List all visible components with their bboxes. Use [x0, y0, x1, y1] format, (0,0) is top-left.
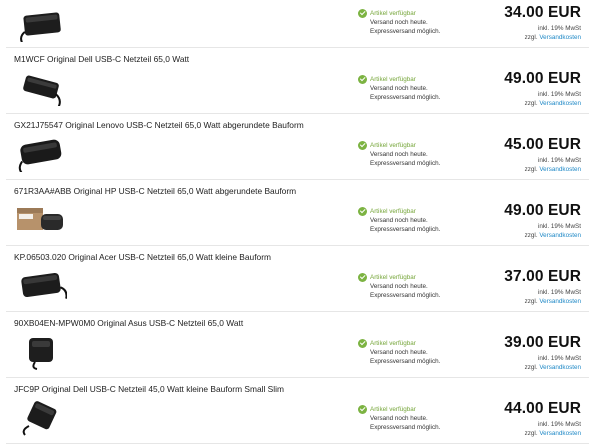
express-shipping-text: Expressversand möglich.: [370, 292, 441, 299]
shipping-costs-link[interactable]: Versandkosten: [539, 430, 581, 437]
product-price: 44.00 EUR: [504, 400, 581, 417]
shipping-today-text: Versand noch heute.: [370, 283, 428, 290]
shipping-costs-link[interactable]: Versandkosten: [539, 166, 581, 173]
shipping-costs-link[interactable]: Versandkosten: [539, 298, 581, 305]
checkmark-icon: [358, 75, 367, 84]
express-shipping-text: Expressversand möglich.: [370, 424, 441, 431]
shipping-today-text: Versand noch heute.: [370, 85, 428, 92]
availability-status: Artikel verfügbar: [370, 208, 416, 215]
product-price: 34.00 EUR: [504, 4, 581, 21]
shipping-note: zzgl. Versandkosten: [504, 100, 581, 107]
product-row-6[interactable]: 90XB04EN-MPW0M0 Original Asus USB-C Netz…: [0, 312, 605, 378]
availability-status: Artikel verfügbar: [370, 406, 416, 413]
shipping-prefix: zzgl.: [524, 364, 538, 371]
express-shipping-text: Expressversand möglich.: [370, 94, 441, 101]
checkmark-icon: [358, 9, 367, 18]
tax-note: inkl. 19% MwSt: [537, 355, 581, 362]
tax-note: inkl. 19% MwSt: [537, 157, 581, 164]
price-box: 37.00 EUR inkl. 19% MwSt zzgl. Versandko…: [504, 268, 581, 305]
checkmark-icon: [358, 273, 367, 282]
shipping-prefix: zzgl.: [524, 100, 538, 107]
express-shipping-text: Expressversand möglich.: [370, 28, 441, 35]
shipping-note: zzgl. Versandkosten: [504, 430, 581, 437]
shipping-today-text: Versand noch heute.: [370, 217, 428, 224]
price-box: 45.00 EUR inkl. 19% MwSt zzgl. Versandko…: [504, 136, 581, 173]
product-row-4[interactable]: 671R3AA#ABB Original HP USB-C Netzteil 6…: [0, 180, 605, 246]
product-price: 39.00 EUR: [504, 334, 581, 351]
checkmark-icon: [358, 339, 367, 348]
shipping-costs-link[interactable]: Versandkosten: [539, 34, 581, 41]
product-row-7[interactable]: JFC9P Original Dell USB-C Netzteil 45,0 …: [0, 378, 605, 444]
product-row-1[interactable]: Artikel verfügbar Versand noch heute. Ex…: [0, 0, 605, 48]
shipping-today-text: Versand noch heute.: [370, 349, 428, 356]
power-adapter-image[interactable]: [15, 68, 67, 106]
tax-note: inkl. 19% MwSt: [537, 25, 581, 32]
price-box: 39.00 EUR inkl. 19% MwSt zzgl. Versandko…: [504, 334, 581, 371]
shipping-today-text: Versand noch heute.: [370, 19, 428, 26]
product-row-2[interactable]: M1WCF Original Dell USB-C Netzteil 65,0 …: [0, 48, 605, 114]
product-title[interactable]: JFC9P Original Dell USB-C Netzteil 45,0 …: [14, 384, 284, 394]
shipping-prefix: zzgl.: [524, 166, 538, 173]
product-list: Artikel verfügbar Versand noch heute. Ex…: [0, 0, 605, 444]
shipping-prefix: zzgl.: [524, 34, 538, 41]
price-box: 49.00 EUR inkl. 19% MwSt zzgl. Versandko…: [504, 70, 581, 107]
power-adapter-box-image[interactable]: [15, 200, 67, 238]
availability-status: Artikel verfügbar: [370, 340, 416, 347]
shipping-note: zzgl. Versandkosten: [504, 298, 581, 305]
shipping-costs-link[interactable]: Versandkosten: [539, 232, 581, 239]
shipping-prefix: zzgl.: [524, 430, 538, 437]
express-shipping-text: Expressversand möglich.: [370, 358, 441, 365]
power-adapter-image[interactable]: [15, 398, 67, 436]
price-box: 34.00 EUR inkl. 19% MwSt zzgl. Versandko…: [504, 4, 581, 41]
checkmark-icon: [358, 207, 367, 216]
shipping-note: zzgl. Versandkosten: [504, 364, 581, 371]
shipping-prefix: zzgl.: [524, 298, 538, 305]
row-divider: [6, 443, 589, 444]
product-price: 45.00 EUR: [504, 136, 581, 153]
product-row-3[interactable]: GX21J75547 Original Lenovo USB-C Netztei…: [0, 114, 605, 180]
product-title[interactable]: GX21J75547 Original Lenovo USB-C Netztei…: [14, 120, 304, 130]
power-adapter-image[interactable]: [15, 134, 67, 172]
availability-status: Artikel verfügbar: [370, 274, 416, 281]
price-box: 49.00 EUR inkl. 19% MwSt zzgl. Versandko…: [504, 202, 581, 239]
availability-status: Artikel verfügbar: [370, 142, 416, 149]
product-title[interactable]: 90XB04EN-MPW0M0 Original Asus USB-C Netz…: [14, 318, 243, 328]
product-price: 49.00 EUR: [504, 202, 581, 219]
power-adapter-image[interactable]: [15, 266, 67, 304]
product-price: 49.00 EUR: [504, 70, 581, 87]
express-shipping-text: Expressversand möglich.: [370, 226, 441, 233]
availability-status: Artikel verfügbar: [370, 10, 416, 17]
product-title[interactable]: 671R3AA#ABB Original HP USB-C Netzteil 6…: [14, 186, 296, 196]
checkmark-icon: [358, 141, 367, 150]
express-shipping-text: Expressversand möglich.: [370, 160, 441, 167]
product-row-5[interactable]: KP.06503.020 Original Acer USB-C Netztei…: [0, 246, 605, 312]
power-adapter-image[interactable]: [16, 4, 68, 42]
product-title[interactable]: KP.06503.020 Original Acer USB-C Netztei…: [14, 252, 271, 262]
shipping-costs-link[interactable]: Versandkosten: [539, 364, 581, 371]
tax-note: inkl. 19% MwSt: [537, 91, 581, 98]
checkmark-icon: [358, 405, 367, 414]
price-box: 44.00 EUR inkl. 19% MwSt zzgl. Versandko…: [504, 400, 581, 437]
power-adapter-image[interactable]: [15, 332, 67, 370]
shipping-prefix: zzgl.: [524, 232, 538, 239]
shipping-costs-link[interactable]: Versandkosten: [539, 100, 581, 107]
shipping-note: zzgl. Versandkosten: [504, 34, 581, 41]
tax-note: inkl. 19% MwSt: [537, 421, 581, 428]
tax-note: inkl. 19% MwSt: [537, 289, 581, 296]
tax-note: inkl. 19% MwSt: [537, 223, 581, 230]
shipping-note: zzgl. Versandkosten: [504, 232, 581, 239]
shipping-today-text: Versand noch heute.: [370, 151, 428, 158]
product-price: 37.00 EUR: [504, 268, 581, 285]
product-title[interactable]: M1WCF Original Dell USB-C Netzteil 65,0 …: [14, 54, 189, 64]
availability-status: Artikel verfügbar: [370, 76, 416, 83]
shipping-today-text: Versand noch heute.: [370, 415, 428, 422]
shipping-note: zzgl. Versandkosten: [504, 166, 581, 173]
